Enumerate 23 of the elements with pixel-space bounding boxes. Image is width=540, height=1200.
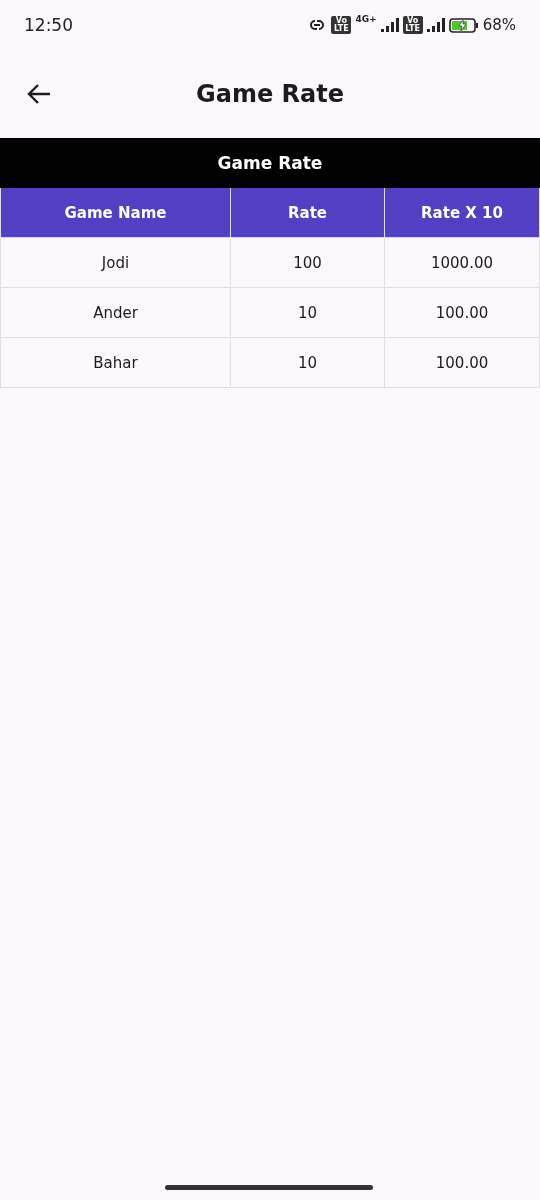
table-caption: Game Rate xyxy=(0,138,540,188)
column-header: Rate X 10 xyxy=(385,188,540,238)
battery-charging-icon xyxy=(448,17,479,33)
table-cell: 100.00 xyxy=(385,288,540,338)
table-cell: 10 xyxy=(231,288,385,338)
page-title: Game Rate xyxy=(196,80,344,108)
volte-badge: Vo LTE xyxy=(402,16,423,34)
back-arrow-icon xyxy=(26,83,52,105)
table-cell: Jodi xyxy=(0,238,231,288)
table-cell: 1000.00 xyxy=(385,238,540,288)
clock: 12:50 xyxy=(24,15,73,35)
volte-badge: Vo LTE xyxy=(331,16,352,34)
column-header: Rate xyxy=(231,188,385,238)
table-cell: 100.00 xyxy=(385,338,540,388)
battery-percent: 68% xyxy=(482,16,516,34)
signal-icon xyxy=(426,18,445,32)
table-cell: 100 xyxy=(231,238,385,288)
table-cell: Ander xyxy=(0,288,231,338)
table-cell: Bahar xyxy=(0,338,231,388)
signal-icon xyxy=(380,18,399,32)
column-header: Game Name xyxy=(0,188,231,238)
network-type: 4G+ xyxy=(355,14,377,24)
table-cell: 10 xyxy=(231,338,385,388)
